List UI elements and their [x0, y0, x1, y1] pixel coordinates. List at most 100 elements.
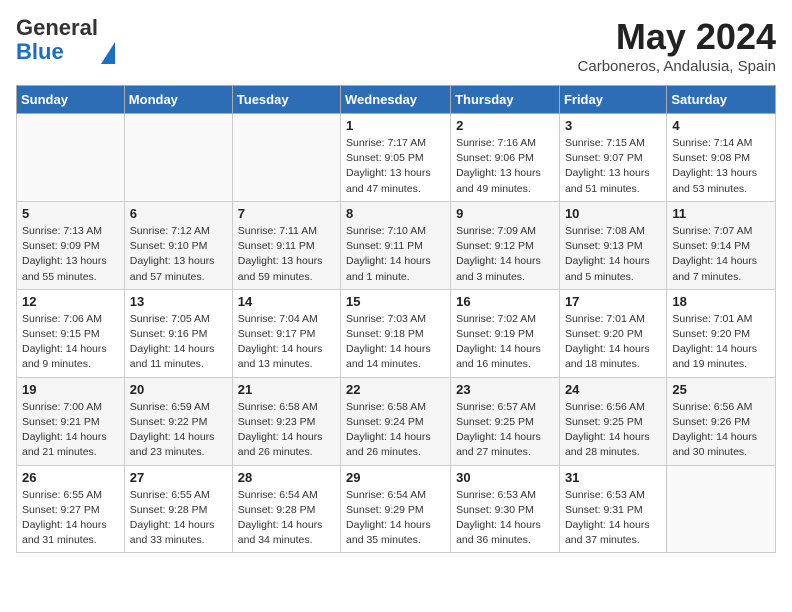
day-number: 19 [22, 382, 119, 397]
day-number: 6 [130, 206, 227, 221]
day-info: Sunrise: 6:57 AM Sunset: 9:25 PM Dayligh… [456, 400, 554, 461]
day-info: Sunrise: 7:09 AM Sunset: 9:12 PM Dayligh… [456, 224, 554, 285]
calendar-cell [667, 465, 776, 553]
weekday-header-row: SundayMondayTuesdayWednesdayThursdayFrid… [17, 86, 776, 114]
calendar-cell: 20Sunrise: 6:59 AM Sunset: 9:22 PM Dayli… [124, 377, 232, 465]
day-info: Sunrise: 7:02 AM Sunset: 9:19 PM Dayligh… [456, 312, 554, 373]
calendar-cell: 3 Sunrise: 7:15 AM Sunset: 9:07 PM Daylig… [559, 114, 666, 202]
calendar-cell: 19 Sunrise: 7:00 AM Sunset: 9:21 PM Dayli… [17, 377, 125, 465]
day-number: 13 [130, 294, 227, 309]
day-info: Sunrise: 7:16 AM Sunset: 9:06 PM Dayligh… [456, 136, 554, 197]
calendar-cell: 11 Sunrise: 7:07 AM Sunset: 9:14 PM Dayli… [667, 201, 776, 289]
day-number: 1 [346, 118, 445, 133]
calendar-table: SundayMondayTuesdayWednesdayThursdayFrid… [16, 85, 776, 553]
calendar-cell: 18 Sunrise: 7:01 AM Sunset: 9:20 PM Dayli… [667, 289, 776, 377]
day-info: Sunrise: 7:00 AM Sunset: 9:21 PM Dayligh… [22, 400, 119, 461]
logo: General Blue [16, 16, 115, 64]
calendar-cell: 21 Sunrise: 6:58 AM Sunset: 9:23 PM Dayli… [232, 377, 340, 465]
day-number: 15 [346, 294, 445, 309]
day-number: 28 [238, 470, 335, 485]
weekday-header-thursday: Thursday [451, 86, 560, 114]
logo-general: General [16, 15, 98, 40]
weekday-header-tuesday: Tuesday [232, 86, 340, 114]
day-number: 11 [672, 206, 770, 221]
weekday-header-sunday: Sunday [17, 86, 125, 114]
day-number: 2 [456, 118, 554, 133]
day-info: Sunrise: 7:01 AM Sunset: 9:20 PM Dayligh… [672, 312, 770, 373]
calendar-cell: 10Sunrise: 7:08 AM Sunset: 9:13 PM Dayli… [559, 201, 666, 289]
day-info: Sunrise: 7:13 AM Sunset: 9:09 PM Dayligh… [22, 224, 119, 285]
day-info: Sunrise: 7:12 AM Sunset: 9:10 PM Dayligh… [130, 224, 227, 285]
day-info: Sunrise: 6:54 AM Sunset: 9:28 PM Dayligh… [238, 488, 335, 549]
calendar-cell: 31Sunrise: 6:53 AM Sunset: 9:31 PM Dayli… [559, 465, 666, 553]
day-number: 9 [456, 206, 554, 221]
day-number: 3 [565, 118, 661, 133]
day-number: 12 [22, 294, 119, 309]
logo-triangle-icon [101, 42, 115, 64]
day-number: 5 [22, 206, 119, 221]
day-info: Sunrise: 7:06 AM Sunset: 9:15 PM Dayligh… [22, 312, 119, 373]
calendar-cell: 14 Sunrise: 7:04 AM Sunset: 9:17 PM Dayli… [232, 289, 340, 377]
day-info: Sunrise: 7:08 AM Sunset: 9:13 PM Dayligh… [565, 224, 661, 285]
location-title: Carboneros, Andalusia, Spain [578, 58, 776, 75]
calendar-cell: 23 Sunrise: 6:57 AM Sunset: 9:25 PM Dayli… [451, 377, 560, 465]
day-number: 14 [238, 294, 335, 309]
day-info: Sunrise: 6:55 AM Sunset: 9:27 PM Dayligh… [22, 488, 119, 549]
day-number: 31 [565, 470, 661, 485]
calendar-week-row: 26 Sunrise: 6:55 AM Sunset: 9:27 PM Dayli… [17, 465, 776, 553]
day-number: 30 [456, 470, 554, 485]
logo-blue: Blue [16, 39, 64, 64]
calendar-cell [124, 114, 232, 202]
day-info: Sunrise: 7:17 AM Sunset: 9:05 PM Dayligh… [346, 136, 445, 197]
calendar-cell: 7 Sunrise: 7:11 AM Sunset: 9:11 PM Daylig… [232, 201, 340, 289]
title-block: May 2024 Carboneros, Andalusia, Spain [578, 16, 776, 75]
calendar-cell: 9 Sunrise: 7:09 AM Sunset: 9:12 PM Daylig… [451, 201, 560, 289]
day-number: 27 [130, 470, 227, 485]
calendar-cell: 30 Sunrise: 6:53 AM Sunset: 9:30 PM Dayli… [451, 465, 560, 553]
day-info: Sunrise: 6:56 AM Sunset: 9:26 PM Dayligh… [672, 400, 770, 461]
day-number: 24 [565, 382, 661, 397]
calendar-cell: 25 Sunrise: 6:56 AM Sunset: 9:26 PM Dayli… [667, 377, 776, 465]
day-number: 21 [238, 382, 335, 397]
calendar-cell: 24Sunrise: 6:56 AM Sunset: 9:25 PM Dayli… [559, 377, 666, 465]
calendar-week-row: 12 Sunrise: 7:06 AM Sunset: 9:15 PM Dayli… [17, 289, 776, 377]
calendar-week-row: 1 Sunrise: 7:17 AM Sunset: 9:05 PM Daylig… [17, 114, 776, 202]
calendar-cell: 2 Sunrise: 7:16 AM Sunset: 9:06 PM Daylig… [451, 114, 560, 202]
weekday-header-monday: Monday [124, 86, 232, 114]
day-number: 23 [456, 382, 554, 397]
day-number: 7 [238, 206, 335, 221]
day-info: Sunrise: 7:03 AM Sunset: 9:18 PM Dayligh… [346, 312, 445, 373]
day-info: Sunrise: 6:58 AM Sunset: 9:23 PM Dayligh… [238, 400, 335, 461]
day-number: 26 [22, 470, 119, 485]
calendar-week-row: 5 Sunrise: 7:13 AM Sunset: 9:09 PM Daylig… [17, 201, 776, 289]
day-info: Sunrise: 7:05 AM Sunset: 9:16 PM Dayligh… [130, 312, 227, 373]
calendar-cell: 12 Sunrise: 7:06 AM Sunset: 9:15 PM Dayli… [17, 289, 125, 377]
day-info: Sunrise: 6:54 AM Sunset: 9:29 PM Dayligh… [346, 488, 445, 549]
weekday-header-wednesday: Wednesday [341, 86, 451, 114]
weekday-header-friday: Friday [559, 86, 666, 114]
day-number: 18 [672, 294, 770, 309]
calendar-week-row: 19 Sunrise: 7:00 AM Sunset: 9:21 PM Dayli… [17, 377, 776, 465]
month-title: May 2024 [578, 16, 776, 58]
day-info: Sunrise: 7:04 AM Sunset: 9:17 PM Dayligh… [238, 312, 335, 373]
calendar-cell: 4Sunrise: 7:14 AM Sunset: 9:08 PM Daylig… [667, 114, 776, 202]
day-info: Sunrise: 7:11 AM Sunset: 9:11 PM Dayligh… [238, 224, 335, 285]
calendar-cell: 27 Sunrise: 6:55 AM Sunset: 9:28 PM Dayli… [124, 465, 232, 553]
day-info: Sunrise: 6:53 AM Sunset: 9:30 PM Dayligh… [456, 488, 554, 549]
calendar-cell: 5 Sunrise: 7:13 AM Sunset: 9:09 PM Daylig… [17, 201, 125, 289]
calendar-cell: 1 Sunrise: 7:17 AM Sunset: 9:05 PM Daylig… [341, 114, 451, 202]
day-info: Sunrise: 6:55 AM Sunset: 9:28 PM Dayligh… [130, 488, 227, 549]
day-number: 20 [130, 382, 227, 397]
calendar-cell: 17 Sunrise: 7:01 AM Sunset: 9:20 PM Dayli… [559, 289, 666, 377]
day-info: Sunrise: 6:58 AM Sunset: 9:24 PM Dayligh… [346, 400, 445, 461]
day-number: 17 [565, 294, 661, 309]
weekday-header-saturday: Saturday [667, 86, 776, 114]
calendar-cell: 16Sunrise: 7:02 AM Sunset: 9:19 PM Dayli… [451, 289, 560, 377]
day-info: Sunrise: 7:01 AM Sunset: 9:20 PM Dayligh… [565, 312, 661, 373]
day-info: Sunrise: 7:15 AM Sunset: 9:07 PM Dayligh… [565, 136, 661, 197]
day-info: Sunrise: 7:07 AM Sunset: 9:14 PM Dayligh… [672, 224, 770, 285]
day-info: Sunrise: 7:10 AM Sunset: 9:11 PM Dayligh… [346, 224, 445, 285]
day-number: 8 [346, 206, 445, 221]
day-number: 4 [672, 118, 770, 133]
day-number: 25 [672, 382, 770, 397]
